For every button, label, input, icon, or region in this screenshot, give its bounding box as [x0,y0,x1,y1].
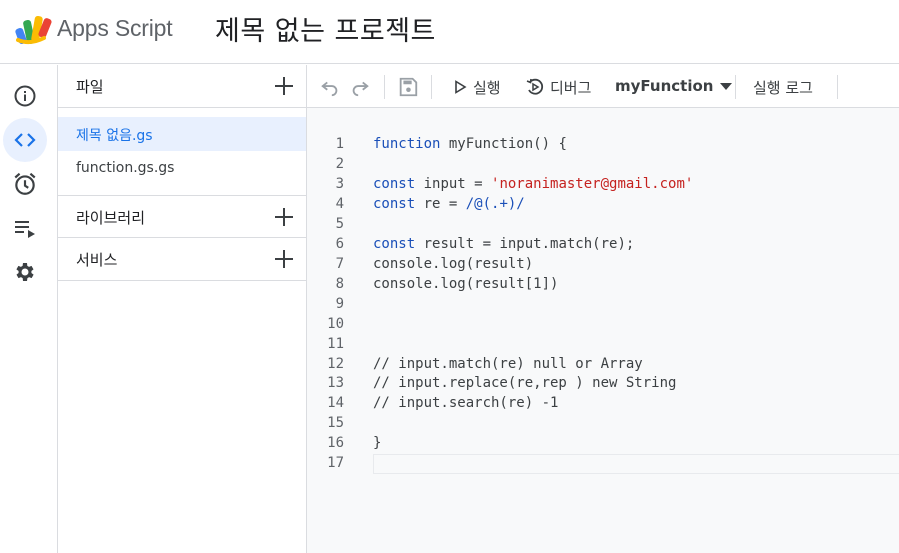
code-line: 10 [307,315,899,335]
rail-item-settings[interactable] [3,250,47,294]
add-library-plus-icon[interactable] [272,205,296,229]
debug-button-label: 디버그 [550,78,592,97]
libraries-section-header: 라이브러리 [58,195,306,238]
app-name[interactable]: Apps Script [57,15,173,42]
code-text: const input = 'noranimaster@gmail.com' [373,176,694,192]
current-line-highlight [373,454,899,474]
undo-icon[interactable] [319,76,341,98]
code-line: 3 const input = 'noranimaster@gmail.com' [307,175,899,195]
save-icon[interactable] [397,76,419,98]
code-line: 9 [307,295,899,315]
file-item-label: function.gs.gs [76,160,175,176]
debug-icon [526,78,544,95]
rail-item-executions[interactable] [3,206,47,250]
code-line: 1 function myFunction() { [307,135,899,155]
file-item-untitled-gs[interactable]: 제목 없음.gs [58,117,306,151]
add-service-plus-icon[interactable] [272,247,296,271]
code-line: 16} [307,434,899,454]
file-item-function-gs[interactable]: function.gs.gs [58,152,306,186]
code-comment: // input.replace(re,rep ) new String [373,375,677,391]
run-button[interactable]: 실행 [453,73,501,101]
function-select-dropdown[interactable]: myFunction [615,77,733,95]
files-section-header: 파일 [58,65,306,108]
toolbar-divider [384,75,385,99]
line-number: 15 [327,415,344,431]
file-item-label: 제목 없음.gs [76,128,153,144]
libraries-label: 라이브러리 [76,209,146,227]
line-number: 5 [335,216,344,232]
code-line: 13 // input.replace(re,rep ) new String [307,374,899,394]
toolbar-divider [431,75,432,99]
code-line: 11 [307,335,899,355]
code-text: console.log(result[1]) [373,276,559,292]
code-text: const re = /@(.+)/ [373,196,525,212]
execution-log-button[interactable]: 실행 로그 [753,73,813,101]
line-number: 1 [335,136,344,152]
code-line: 2 [307,155,899,175]
code-line: 7 console.log(result) [307,255,899,275]
code-text: } [373,435,382,451]
rail-item-editor[interactable] [3,118,47,162]
toolbar-divider [837,75,838,99]
services-section-header: 서비스 [58,238,306,281]
redo-icon[interactable] [349,76,371,98]
editor-toolbar: 실행 디버그 myFunction 실행 로그 [307,65,899,108]
code-text: function myFunction() { [373,136,567,152]
apps-script-logo-icon[interactable] [14,14,52,46]
top-bar: Apps Script 제목 없는 프로젝트 [0,0,899,64]
rail-item-triggers[interactable] [3,162,47,206]
rail-item-overview[interactable] [3,74,47,118]
dropdown-arrow-icon [720,83,733,90]
editor-pane: 실행 디버그 myFunction 실행 로그 1 function myFunc… [307,65,899,553]
files-panel: 파일 제목 없음.gs function.gs.gs 라이브러리 서비스 [58,65,307,553]
code-icon [14,133,36,147]
toolbar-divider [735,75,736,99]
line-number: 4 [335,196,344,212]
line-number: 12 [327,356,344,372]
line-number: 10 [327,316,344,332]
play-icon [455,80,467,94]
line-number: 7 [335,256,344,272]
line-number: 9 [335,296,344,312]
line-number: 2 [335,156,344,172]
code-editor[interactable]: 1 function myFunction() { 2 3 const input … [307,108,899,553]
code-line: 15 [307,414,899,434]
execution-log-label: 실행 로그 [753,78,813,97]
project-title[interactable]: 제목 없는 프로젝트 [215,9,436,48]
line-number: 17 [327,455,344,471]
selected-function-name: myFunction [615,77,714,95]
run-button-label: 실행 [473,78,501,97]
add-file-plus-icon[interactable] [272,74,296,98]
debug-button[interactable]: 디버그 [526,73,591,101]
playlist-icon [15,221,35,238]
code-line-current: 17 [307,454,899,474]
line-number: 16 [327,435,344,451]
line-number: 8 [335,276,344,292]
code-line: 6 const result = input.match(re); [307,235,899,255]
services-label: 서비스 [76,251,118,269]
gear-icon [16,263,34,281]
code-line: 8 console.log(result[1]) [307,275,899,295]
line-number: 6 [335,236,344,252]
info-icon [14,85,36,107]
alarm-icon [14,172,36,195]
line-number: 3 [335,176,344,192]
line-number: 11 [327,336,344,352]
line-number: 14 [327,395,344,411]
code-line: 4 const re = /@(.+)/ [307,195,899,215]
code-comment: // input.match(re) null or Array [373,356,643,372]
files-label: 파일 [76,78,104,96]
code-text: const result = input.match(re); [373,236,635,252]
navigation-rail [0,65,58,553]
code-line: 5 [307,215,899,235]
code-line: 12 // input.match(re) null or Array [307,355,899,375]
code-text: console.log(result) [373,256,534,272]
line-number: 13 [327,375,344,391]
code-line: 14 // input.search(re) -1 [307,394,899,414]
code-comment: // input.search(re) -1 [373,395,559,411]
